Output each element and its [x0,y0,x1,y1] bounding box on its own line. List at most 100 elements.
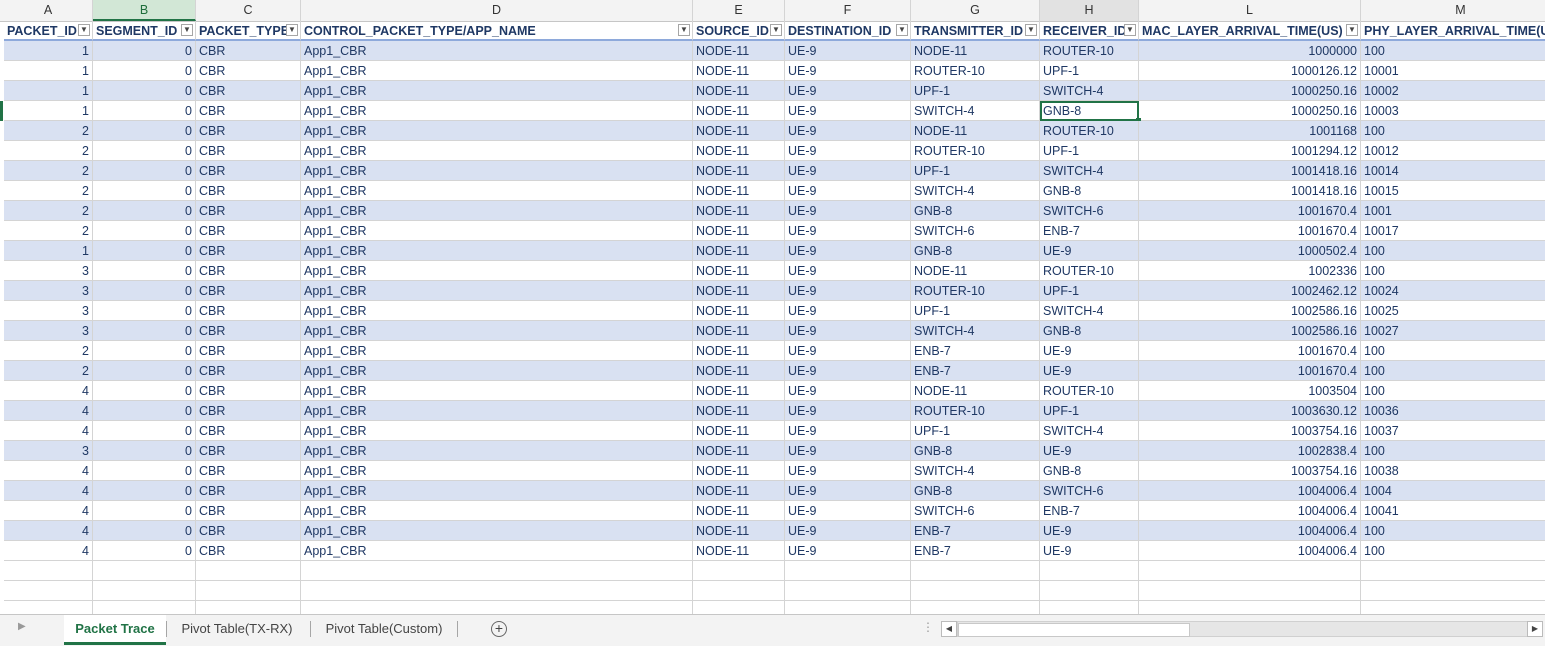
table-cell[interactable]: 0 [93,61,196,81]
table-cell[interactable]: 0 [93,501,196,521]
table-cell[interactable]: NODE-11 [693,461,785,481]
header-cell[interactable]: TRANSMITTER_ID ▼ [911,21,1040,41]
table-cell[interactable]: GNB-8 [1040,321,1139,341]
table-cell[interactable]: SWITCH-4 [1040,81,1139,101]
table-cell[interactable]: NODE-11 [693,401,785,421]
table-cell[interactable]: NODE-11 [693,321,785,341]
table-cell[interactable]: CBR [196,541,301,561]
column-header-l[interactable]: L [1139,0,1361,21]
table-cell[interactable]: GNB-8 [911,201,1040,221]
table-cell[interactable]: UE-9 [1040,441,1139,461]
table-cell[interactable]: NODE-11 [693,261,785,281]
header-cell[interactable]: MAC_LAYER_ARRIVAL_TIME(US) ▼ [1139,21,1361,41]
table-cell[interactable]: 10017 [1361,221,1545,241]
table-cell[interactable]: UE-9 [785,201,911,221]
table-cell[interactable]: ROUTER-10 [1040,381,1139,401]
scroll-track[interactable] [957,621,1529,637]
table-cell[interactable]: UE-9 [785,321,911,341]
filter-active-icon[interactable]: ▼ [678,24,690,36]
table-cell[interactable]: 10027 [1361,321,1545,341]
table-cell[interactable]: SWITCH-6 [911,221,1040,241]
table-cell[interactable]: 100 [1361,541,1545,561]
table-cell[interactable]: CBR [196,41,301,61]
table-cell[interactable]: UPF-1 [911,301,1040,321]
table-cell[interactable]: NODE-11 [693,281,785,301]
table-cell[interactable]: 3 [4,301,93,321]
column-header-c[interactable]: C [196,0,301,21]
table-cell[interactable] [1139,601,1361,614]
table-cell[interactable]: 1001670.4 [1139,361,1361,381]
table-cell[interactable]: NODE-11 [693,381,785,401]
table-cell[interactable]: NODE-11 [693,121,785,141]
table-cell[interactable]: 1000250.16 [1139,81,1361,101]
table-cell[interactable]: 10037 [1361,421,1545,441]
table-cell[interactable]: 0 [93,181,196,201]
dropdown-icon[interactable]: ▼ [286,24,298,36]
table-cell[interactable]: App1_CBR [301,501,693,521]
table-cell[interactable]: 1 [4,41,93,61]
table-cell[interactable]: UE-9 [785,481,911,501]
table-cell[interactable]: 0 [93,541,196,561]
table-cell[interactable]: App1_CBR [301,321,693,341]
table-cell[interactable] [785,561,911,581]
table-cell[interactable]: 4 [4,421,93,441]
table-cell[interactable]: NODE-11 [693,221,785,241]
table-cell[interactable]: 10012 [1361,141,1545,161]
table-cell[interactable]: CBR [196,201,301,221]
table-cell[interactable] [785,581,911,601]
table-cell[interactable]: 10024 [1361,281,1545,301]
table-cell[interactable]: CBR [196,401,301,421]
table-cell[interactable]: NODE-11 [693,541,785,561]
table-cell[interactable]: UE-9 [785,541,911,561]
table-cell[interactable] [1040,561,1139,581]
table-cell[interactable]: ROUTER-10 [1040,41,1139,61]
table-cell[interactable]: 2 [4,341,93,361]
table-cell[interactable]: CBR [196,221,301,241]
table-cell[interactable]: UE-9 [785,241,911,261]
table-cell[interactable]: 3 [4,321,93,341]
table-cell[interactable]: GNB-8 [911,481,1040,501]
table-cell[interactable] [4,581,93,601]
table-cell[interactable]: 10038 [1361,461,1545,481]
table-cell[interactable]: App1_CBR [301,541,693,561]
header-cell[interactable]: PACKET_ID ▼ [4,21,93,41]
dropdown-icon[interactable]: ▼ [1025,24,1037,36]
table-cell[interactable]: App1_CBR [301,481,693,501]
table-cell[interactable]: 1003754.16 [1139,461,1361,481]
table-cell[interactable]: 10041 [1361,501,1545,521]
table-cell[interactable]: SWITCH-6 [911,501,1040,521]
table-cell[interactable]: CBR [196,441,301,461]
table-cell[interactable] [1361,601,1545,614]
table-cell[interactable]: 1 [4,101,93,121]
table-cell[interactable]: 1002586.16 [1139,321,1361,341]
table-cell[interactable]: UE-9 [785,381,911,401]
table-cell[interactable]: NODE-11 [693,481,785,501]
table-cell[interactable] [1139,581,1361,601]
table-cell[interactable]: ENB-7 [911,361,1040,381]
column-header-h[interactable]: H [1040,0,1139,21]
table-cell[interactable]: UE-9 [785,261,911,281]
sheet-tab[interactable]: Pivot Table(TX-RX) [167,615,307,642]
table-cell[interactable]: NODE-11 [911,381,1040,401]
table-cell[interactable]: ROUTER-10 [911,401,1040,421]
table-cell[interactable]: 0 [93,201,196,221]
table-cell[interactable]: 1004006.4 [1139,521,1361,541]
table-cell[interactable]: 0 [93,321,196,341]
table-cell[interactable]: CBR [196,241,301,261]
table-cell[interactable]: 1001670.4 [1139,341,1361,361]
table-cell[interactable]: CBR [196,281,301,301]
table-cell[interactable]: 0 [93,221,196,241]
header-cell[interactable]: SOURCE_ID ▼ [693,21,785,41]
table-cell[interactable]: ROUTER-10 [1040,121,1139,141]
table-cell[interactable]: CBR [196,141,301,161]
table-cell[interactable] [4,601,93,614]
table-cell[interactable]: 0 [93,461,196,481]
table-cell[interactable] [301,601,693,614]
table-cell[interactable]: 0 [93,421,196,441]
table-cell[interactable]: 100 [1361,521,1545,541]
table-cell[interactable]: App1_CBR [301,201,693,221]
splitter-handle[interactable]: ⋮ [922,620,934,634]
table-cell[interactable]: UE-9 [785,221,911,241]
table-cell[interactable]: 0 [93,441,196,461]
sheet-nav-right-icon[interactable]: ▶ [18,621,26,632]
